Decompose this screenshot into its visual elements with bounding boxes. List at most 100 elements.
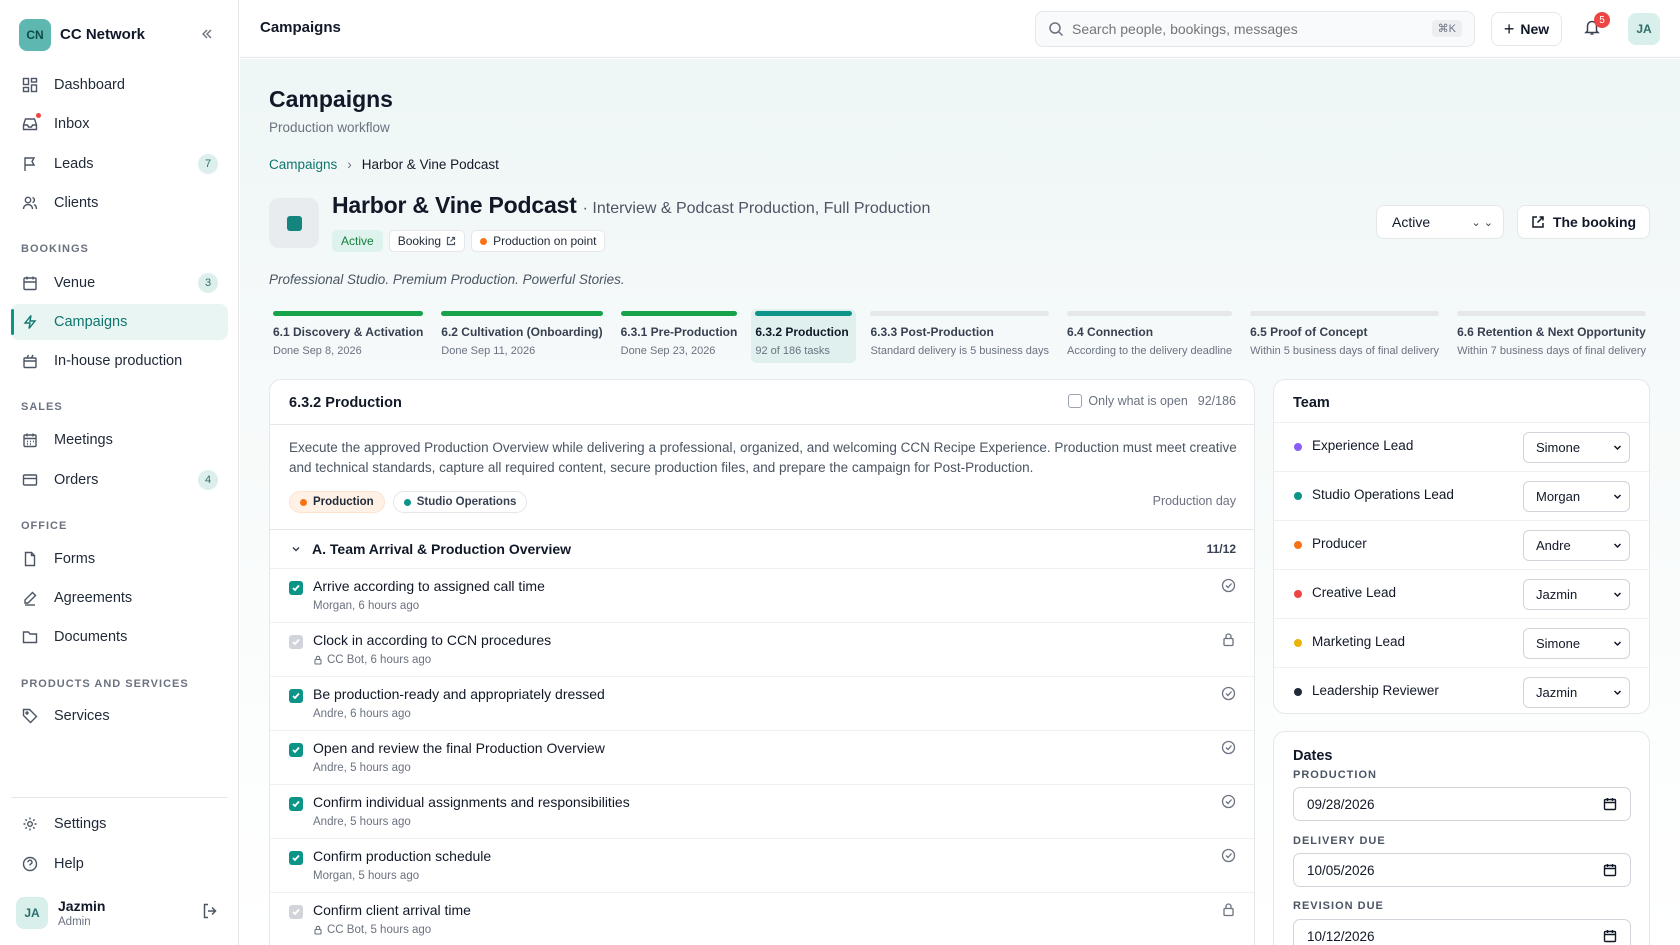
- check-circle-icon[interactable]: [1221, 686, 1236, 701]
- step-6-1[interactable]: 6.1 Discovery & Activation Done Sep 8, 20…: [269, 309, 427, 363]
- dates-panel: Dates PRODUCTION 09/28/2026 DELIVERY DUE…: [1273, 731, 1650, 945]
- nav-item-forms[interactable]: Forms: [11, 541, 228, 577]
- production-day-label: Production day: [1152, 494, 1236, 508]
- chevron-down-icon: [1613, 592, 1622, 598]
- nav-label: Forms: [54, 551, 96, 567]
- step-6-2[interactable]: 6.2 Cultivation (Onboarding) Done Sep 11,…: [437, 309, 606, 363]
- nav-item-campaigns[interactable]: Campaigns: [11, 304, 228, 340]
- logout-icon[interactable]: [201, 902, 221, 922]
- nav-label: Campaigns: [54, 314, 128, 330]
- task-checkbox[interactable]: [289, 797, 303, 811]
- breadcrumb-root-link[interactable]: Campaigns: [269, 157, 337, 172]
- task-group-count: 11/12: [1206, 542, 1236, 556]
- nav-item-settings[interactable]: Settings: [11, 806, 228, 842]
- step-name: 6.2 Cultivation (Onboarding): [441, 325, 603, 339]
- pen-icon: [21, 589, 39, 607]
- nav-item-dashboard[interactable]: Dashboard: [11, 67, 228, 103]
- notification-badge: 5: [1594, 12, 1610, 28]
- lock-icon: [314, 655, 322, 665]
- step-name: 6.1 Discovery & Activation: [273, 325, 424, 339]
- nav-item-documents[interactable]: Documents: [11, 619, 228, 655]
- check-circle-icon[interactable]: [1221, 848, 1236, 863]
- lock-icon: [1223, 903, 1234, 917]
- the-booking-button[interactable]: The booking: [1517, 205, 1650, 239]
- task-row[interactable]: Be production-ready and appropriately dr…: [270, 676, 1254, 730]
- nav-item-leads[interactable]: Leads 7: [11, 146, 228, 182]
- divider: [270, 424, 1254, 425]
- nav-item-help[interactable]: Help: [11, 846, 228, 882]
- chevron-right-icon: ›: [347, 157, 352, 172]
- avatar[interactable]: JA: [1628, 13, 1660, 45]
- nav-item-in-house-production[interactable]: In-house production: [11, 343, 228, 379]
- booking-link-chip[interactable]: Booking: [388, 230, 466, 252]
- step-sub: Done Sep 11, 2026: [441, 345, 536, 357]
- task-meta: Andre, 6 hours ago: [313, 708, 411, 720]
- nav-item-agreements[interactable]: Agreements: [11, 580, 228, 616]
- check-circle-icon[interactable]: [1221, 578, 1236, 593]
- nav-item-meetings[interactable]: Meetings: [11, 422, 228, 458]
- step-6-5[interactable]: 6.5 Proof of Concept Within 5 business da…: [1246, 309, 1443, 363]
- check-circle-icon[interactable]: [1221, 740, 1236, 755]
- task-row[interactable]: Confirm individual assignments and respo…: [270, 784, 1254, 838]
- delivery-due-input[interactable]: 10/05/2026: [1293, 853, 1631, 887]
- assignee-select[interactable]: Andre: [1523, 530, 1630, 561]
- search-input[interactable]: [1072, 21, 1432, 37]
- task-row[interactable]: Arrive according to assigned call time M…: [270, 568, 1254, 622]
- nav-label: Meetings: [54, 432, 113, 448]
- new-button[interactable]: + New: [1491, 12, 1562, 46]
- production-status-chip: Production on point: [471, 230, 606, 252]
- step-6-3-1[interactable]: 6.3.1 Pre-Production Done Sep 23, 2026: [617, 309, 742, 363]
- open-only-checkbox[interactable]: [1068, 394, 1083, 408]
- revision-due-input[interactable]: 10/12/2026: [1293, 919, 1631, 945]
- calendar-icon[interactable]: [1603, 797, 1617, 811]
- task-checkbox[interactable]: [289, 743, 303, 757]
- task-meta: Morgan, 5 hours ago: [313, 870, 419, 882]
- task-checkbox[interactable]: [289, 689, 303, 703]
- step-6-4[interactable]: 6.4 Connection According to the delivery …: [1063, 309, 1236, 363]
- collapse-sidebar-icon[interactable]: [196, 23, 218, 45]
- production-date-input[interactable]: 09/28/2026: [1293, 787, 1631, 821]
- calendar-icon[interactable]: [1603, 863, 1617, 877]
- step-6-3-2[interactable]: 6.3.2 Production 92 of 186 tasks: [751, 309, 857, 363]
- nav-item-inbox[interactable]: Inbox: [11, 106, 228, 142]
- breadcrumb: Campaigns › Harbor & Vine Podcast: [269, 157, 499, 172]
- task-checkbox[interactable]: [289, 581, 303, 595]
- role-dot: [1294, 492, 1302, 500]
- nav-label: Documents: [54, 629, 128, 645]
- nav-item-services[interactable]: Services: [11, 698, 228, 734]
- user-profile[interactable]: JA Jazmin Admin: [16, 896, 221, 929]
- brand[interactable]: CN CC Network: [19, 18, 219, 51]
- task-checkbox[interactable]: [289, 851, 303, 865]
- team-row-producer: Producer Andre: [1274, 520, 1649, 569]
- calendar-icon[interactable]: [1603, 929, 1617, 943]
- open-only-filter[interactable]: Only what is open 92/186: [1068, 394, 1236, 408]
- unread-dot: [36, 113, 41, 118]
- task-row[interactable]: Confirm production schedule Morgan, 5 ho…: [270, 838, 1254, 892]
- task-row[interactable]: Clock in according to CCN procedures CC …: [270, 622, 1254, 676]
- nav-item-clients[interactable]: Clients: [11, 185, 228, 221]
- role-dot: [1294, 590, 1302, 598]
- step-progress-bar: [1067, 311, 1233, 316]
- assignee-select[interactable]: Simone: [1523, 628, 1630, 659]
- campaign-tagline: Professional Studio. Premium Production.…: [269, 272, 625, 287]
- role-dot: [1294, 639, 1302, 647]
- task-row[interactable]: Confirm client arrival time CC Bot, 5 ho…: [270, 892, 1254, 945]
- search-box[interactable]: ⌘K: [1035, 11, 1475, 47]
- nav-item-venue[interactable]: Venue 3: [11, 265, 228, 301]
- task-group-header[interactable]: A. Team Arrival & Production Overview 11…: [270, 530, 1254, 568]
- assignee-select[interactable]: Simone: [1523, 432, 1630, 463]
- status-select[interactable]: Active ⌄ ⌄: [1376, 205, 1504, 239]
- sidebar: CN CC Network Dashboard Inbox Leads 7 Cl…: [0, 0, 239, 945]
- step-6-6[interactable]: 6.6 Retention & Next Opportunity Within 7…: [1453, 309, 1650, 363]
- tag-dot: [300, 498, 307, 506]
- nav-label: Help: [54, 856, 84, 872]
- nav-item-orders[interactable]: Orders 4: [11, 462, 228, 498]
- task-row[interactable]: Open and review the final Production Ove…: [270, 730, 1254, 784]
- task-name: Confirm individual assignments and respo…: [313, 794, 630, 810]
- assignee-select[interactable]: Morgan: [1523, 481, 1630, 512]
- assignee-select[interactable]: Jazmin: [1523, 677, 1630, 708]
- step-6-3-3[interactable]: 6.3.3 Post-Production Standard delivery i…: [866, 309, 1053, 363]
- step-progress-bar: [1250, 311, 1440, 316]
- assignee-select[interactable]: Jazmin: [1523, 579, 1630, 610]
- check-circle-icon[interactable]: [1221, 794, 1236, 809]
